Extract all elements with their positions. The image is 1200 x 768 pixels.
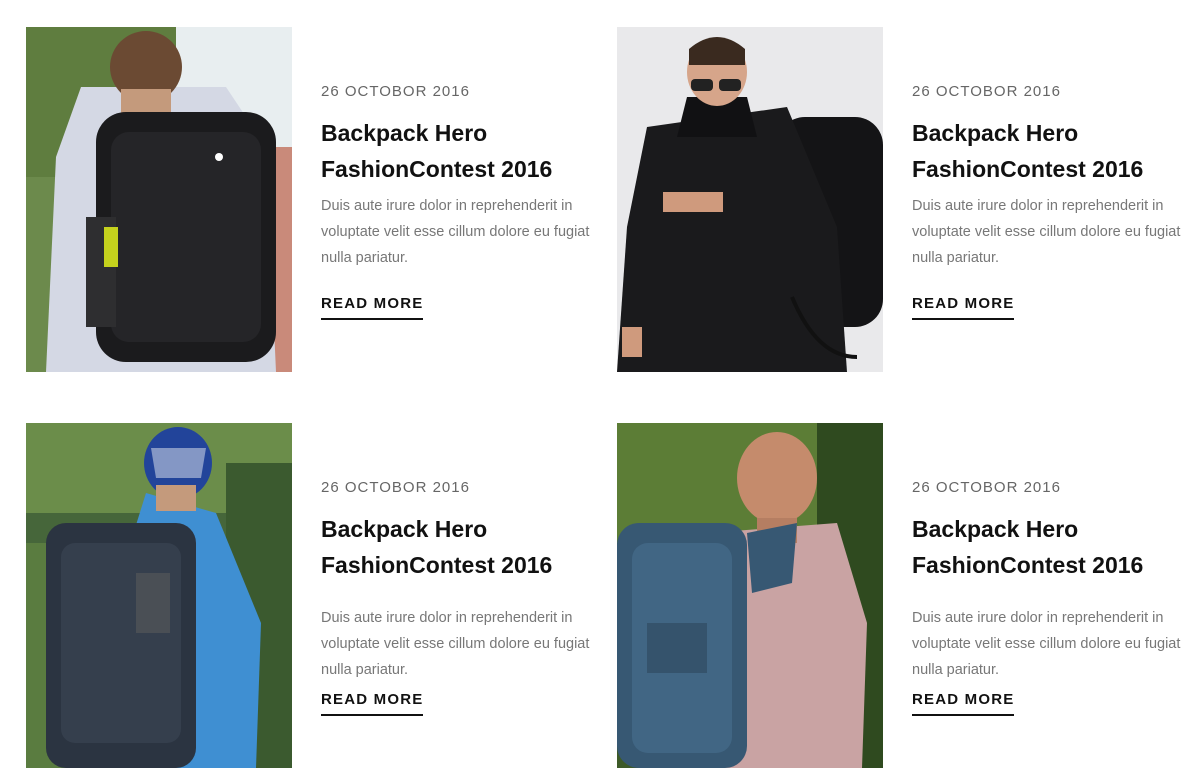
post-thumbnail-link[interactable] — [26, 423, 292, 768]
post-title-line-2: FashionContest 2016 — [321, 156, 553, 182]
post-title-line-1: Backpack Hero — [912, 516, 1079, 542]
read-more-link[interactable]: READ MORE — [321, 295, 424, 320]
post-date: 26 OCTOBOR 2016 — [912, 83, 1061, 100]
post-excerpt: Duis aute irure dolor in reprehenderit i… — [912, 610, 1181, 678]
post-date: 26 OCTOBOR 2016 — [912, 479, 1061, 496]
blog-post-card: 26 OCTOBOR 2016 Backpack Hero FashionCon… — [26, 423, 591, 768]
post-title-line-2: FashionContest 2016 — [912, 552, 1144, 578]
backpack-traveler-photo — [617, 423, 883, 768]
post-title[interactable]: Backpack Hero FashionContest 2016 — [912, 511, 1187, 583]
post-title-line-1: Backpack Hero — [912, 120, 1079, 146]
post-date: 26 OCTOBOR 2016 — [321, 479, 470, 496]
post-date: 26 OCTOBOR 2016 — [321, 83, 470, 100]
post-title[interactable]: Backpack Hero FashionContest 2016 — [912, 115, 1187, 187]
backpack-jacket-photo — [617, 27, 883, 372]
read-more-link[interactable]: READ MORE — [912, 295, 1015, 320]
post-excerpt: Duis aute irure dolor in reprehenderit i… — [321, 610, 590, 678]
blog-post-card: 26 OCTOBOR 2016 Backpack Hero FashionCon… — [617, 423, 1182, 768]
post-thumbnail-link[interactable] — [26, 27, 292, 372]
read-more-link[interactable]: READ MORE — [321, 691, 424, 716]
post-title[interactable]: Backpack Hero FashionContest 2016 — [321, 115, 596, 187]
post-title-line-1: Backpack Hero — [321, 516, 488, 542]
backpack-street-photo — [26, 27, 292, 372]
post-thumbnail-link[interactable] — [617, 423, 883, 768]
backpack-hiker-photo — [26, 423, 292, 768]
read-more-link[interactable]: READ MORE — [912, 691, 1015, 716]
post-title-line-2: FashionContest 2016 — [321, 552, 553, 578]
post-excerpt: Duis aute irure dolor in reprehenderit i… — [321, 198, 590, 266]
post-excerpt: Duis aute irure dolor in reprehenderit i… — [912, 198, 1181, 266]
blog-post-card: 26 OCTOBOR 2016 Backpack Hero FashionCon… — [26, 27, 591, 372]
post-title[interactable]: Backpack Hero FashionContest 2016 — [321, 511, 596, 583]
post-thumbnail-link[interactable] — [617, 27, 883, 372]
post-title-line-1: Backpack Hero — [321, 120, 488, 146]
blog-post-card: 26 OCTOBOR 2016 Backpack Hero FashionCon… — [617, 27, 1182, 372]
post-title-line-2: FashionContest 2016 — [912, 156, 1144, 182]
